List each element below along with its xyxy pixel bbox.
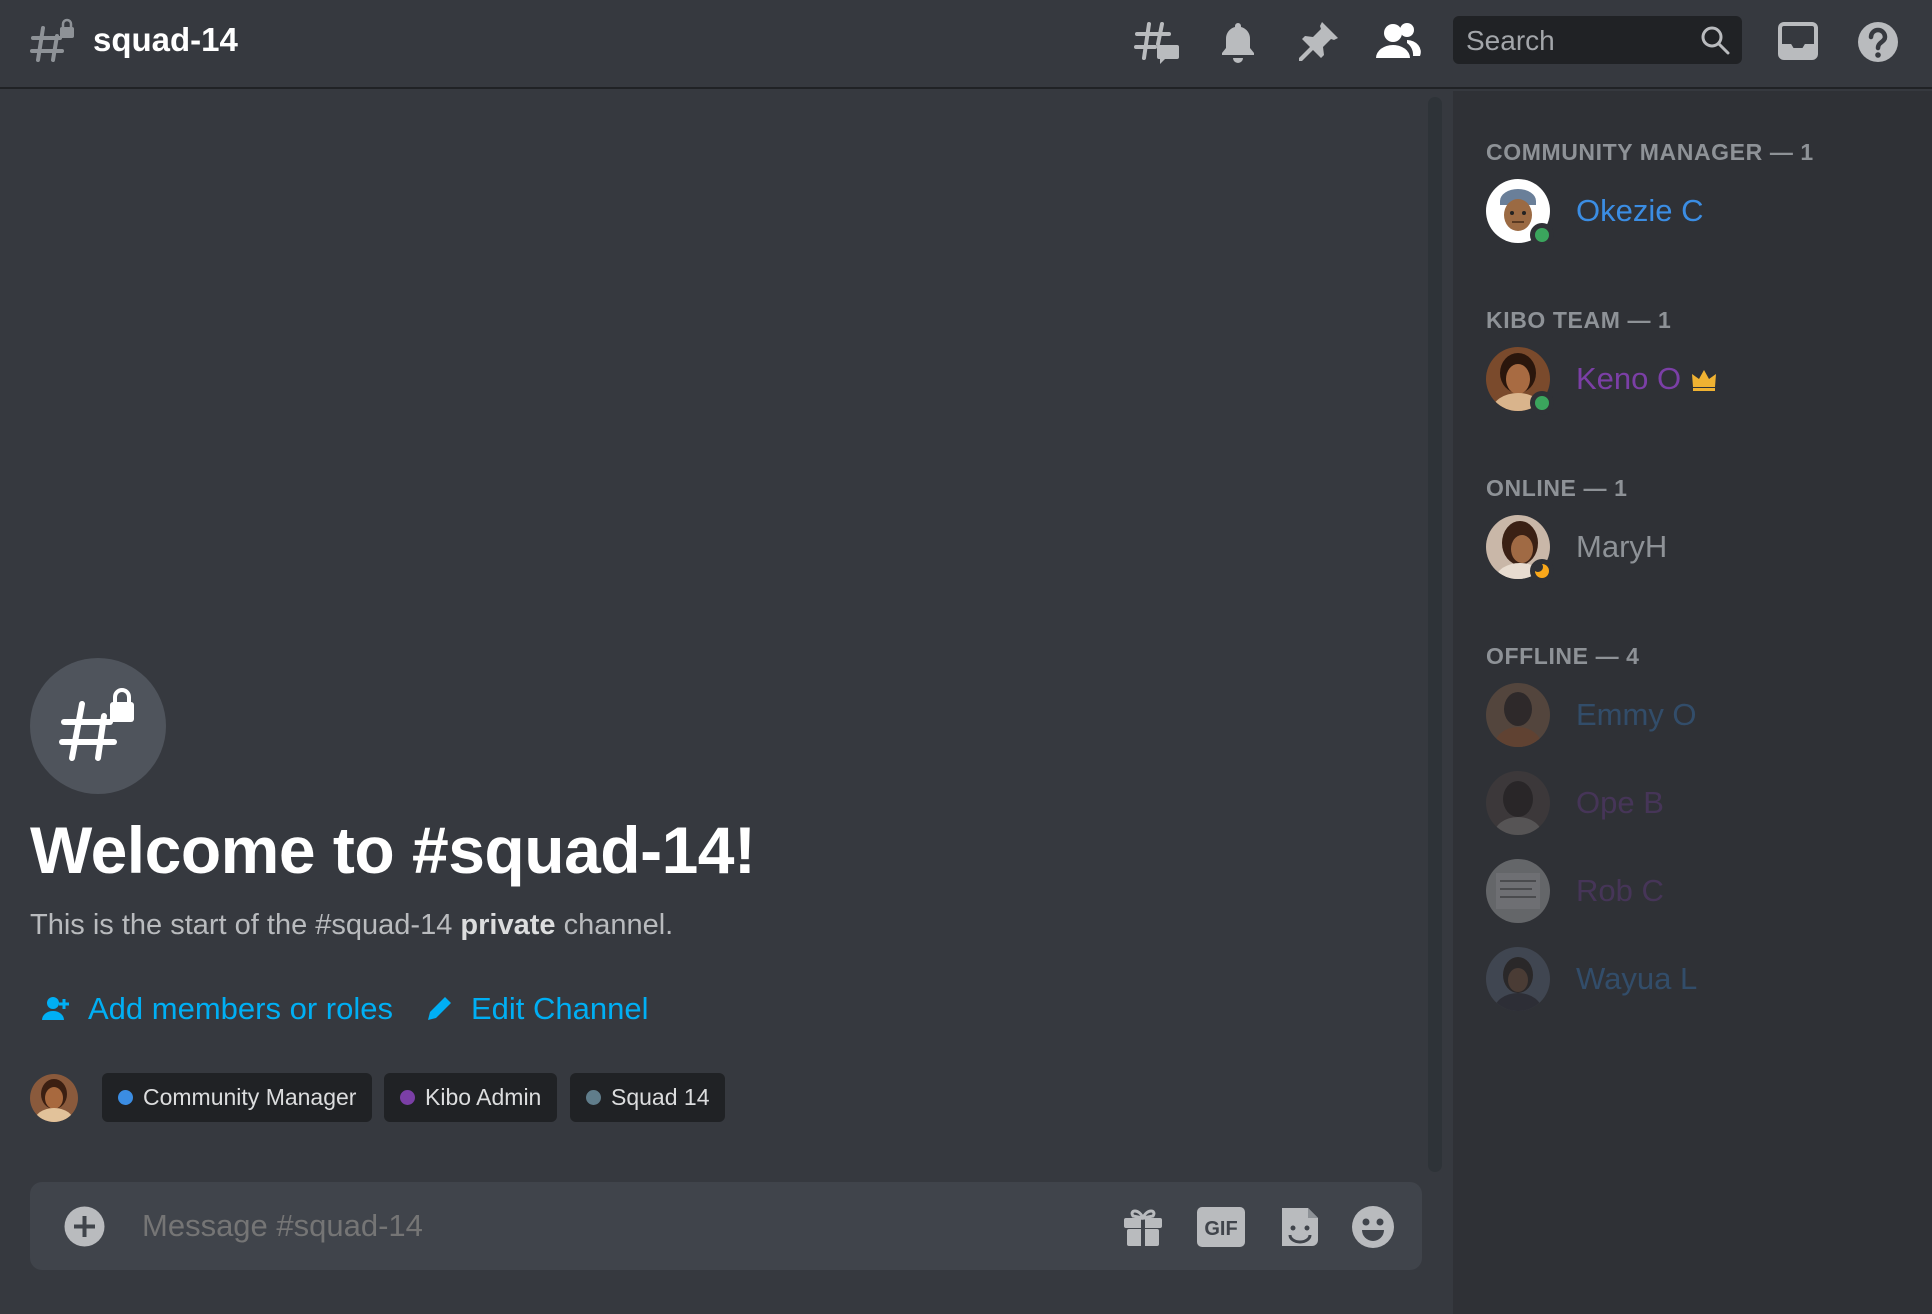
member-list-panel: COMMUNITY MANAGER — 1 Okezie C KIBO TEAM… (1453, 91, 1932, 1314)
member-name-text: Keno O (1576, 361, 1682, 396)
member-item[interactable]: Ope B (1486, 771, 1906, 835)
status-online-indicator (1530, 223, 1554, 247)
status-idle-indicator (1530, 559, 1554, 583)
notification-bell-icon[interactable] (1214, 18, 1262, 66)
sticker-icon[interactable] (1276, 1204, 1322, 1250)
add-member-icon (42, 997, 69, 1020)
search-placeholder: Search (1466, 25, 1555, 56)
pin-icon[interactable] (1294, 18, 1342, 66)
member-item[interactable]: MaryH (1486, 515, 1906, 583)
role-color-dot (586, 1090, 601, 1105)
channel-welcome-badge (30, 658, 166, 794)
member-name: Emmy O (1576, 697, 1697, 732)
help-icon[interactable] (1854, 18, 1902, 66)
member-item[interactable]: Emmy O (1486, 683, 1906, 747)
member-item[interactable]: Okezie C (1486, 179, 1906, 247)
add-members-label: Add members or roles (88, 991, 393, 1026)
pencil-icon (428, 997, 451, 1020)
member-item[interactable]: Wayua L (1486, 947, 1906, 1011)
member-name: Okezie C (1576, 193, 1704, 228)
search-input[interactable]: Search (1453, 16, 1742, 64)
member-list-icon[interactable] (1374, 18, 1422, 66)
welcome-subtitle-bold: private (460, 909, 556, 941)
member-group-title: COMMUNITY MANAGER — 1 (1486, 139, 1814, 165)
member-item[interactable]: Keno O (1486, 347, 1906, 415)
gift-icon[interactable] (1120, 1204, 1166, 1250)
member-name: MaryH (1576, 529, 1668, 564)
welcome-subtitle-text: This is the start of the #squad-14 (30, 909, 461, 941)
status-online-indicator (1530, 391, 1554, 415)
welcome-title: Welcome to #squad-14! (30, 813, 756, 887)
role-label: Squad 14 (611, 1084, 710, 1110)
welcome-subtitle: This is the start of the #squad-14 priva… (30, 905, 673, 945)
edit-channel-button[interactable]: Edit Channel (425, 986, 649, 1032)
gif-label: GIF (1204, 1218, 1237, 1240)
member-group-title: ONLINE — 1 (1486, 475, 1628, 501)
member-group-title: KIBO TEAM — 1 (1486, 307, 1672, 333)
edit-channel-label: Edit Channel (471, 991, 649, 1026)
member-group-title: OFFLINE — 4 (1486, 643, 1640, 669)
avatar (1486, 771, 1550, 835)
role-color-dot (400, 1090, 415, 1105)
member-name: Keno O (1576, 357, 1717, 401)
role-tag-community-manager[interactable]: Community Manager (102, 1073, 373, 1122)
private-channel-icon (30, 18, 74, 62)
avatar (1486, 683, 1550, 747)
threads-icon[interactable] (1133, 18, 1181, 66)
role-tag-kibo-admin[interactable]: Kibo Admin (384, 1073, 558, 1122)
attach-plus-icon[interactable] (64, 1206, 105, 1247)
message-composer: GIF (30, 1182, 1422, 1270)
avatar (1486, 947, 1550, 1011)
emoji-icon[interactable] (1350, 1204, 1396, 1250)
role-tag-squad-14[interactable]: Squad 14 (570, 1073, 726, 1122)
search-icon (1701, 26, 1730, 55)
gif-picker-icon[interactable]: GIF (1196, 1204, 1246, 1250)
message-input[interactable] (142, 1204, 1042, 1248)
member-name: Wayua L (1576, 961, 1698, 996)
chat-scrollbar[interactable] (1428, 97, 1442, 1172)
member-item[interactable]: Rob C (1486, 859, 1906, 923)
welcome-subtitle-end: channel. (555, 909, 674, 941)
member-name: Rob C (1576, 873, 1664, 908)
avatar (1486, 859, 1550, 923)
crown-icon (1692, 370, 1717, 391)
private-channel-icon (59, 688, 134, 761)
channel-header: squad-14 Search (0, 0, 1932, 89)
chat-area (0, 91, 1453, 1314)
avatar[interactable] (30, 1074, 78, 1122)
role-label: Kibo Admin (425, 1084, 542, 1110)
channel-name: squad-14 (93, 21, 238, 58)
add-members-button[interactable]: Add members or roles (42, 986, 393, 1032)
role-color-dot (118, 1090, 133, 1105)
inbox-icon[interactable] (1774, 18, 1822, 66)
role-label: Community Manager (143, 1084, 357, 1110)
member-name: Ope B (1576, 785, 1664, 820)
